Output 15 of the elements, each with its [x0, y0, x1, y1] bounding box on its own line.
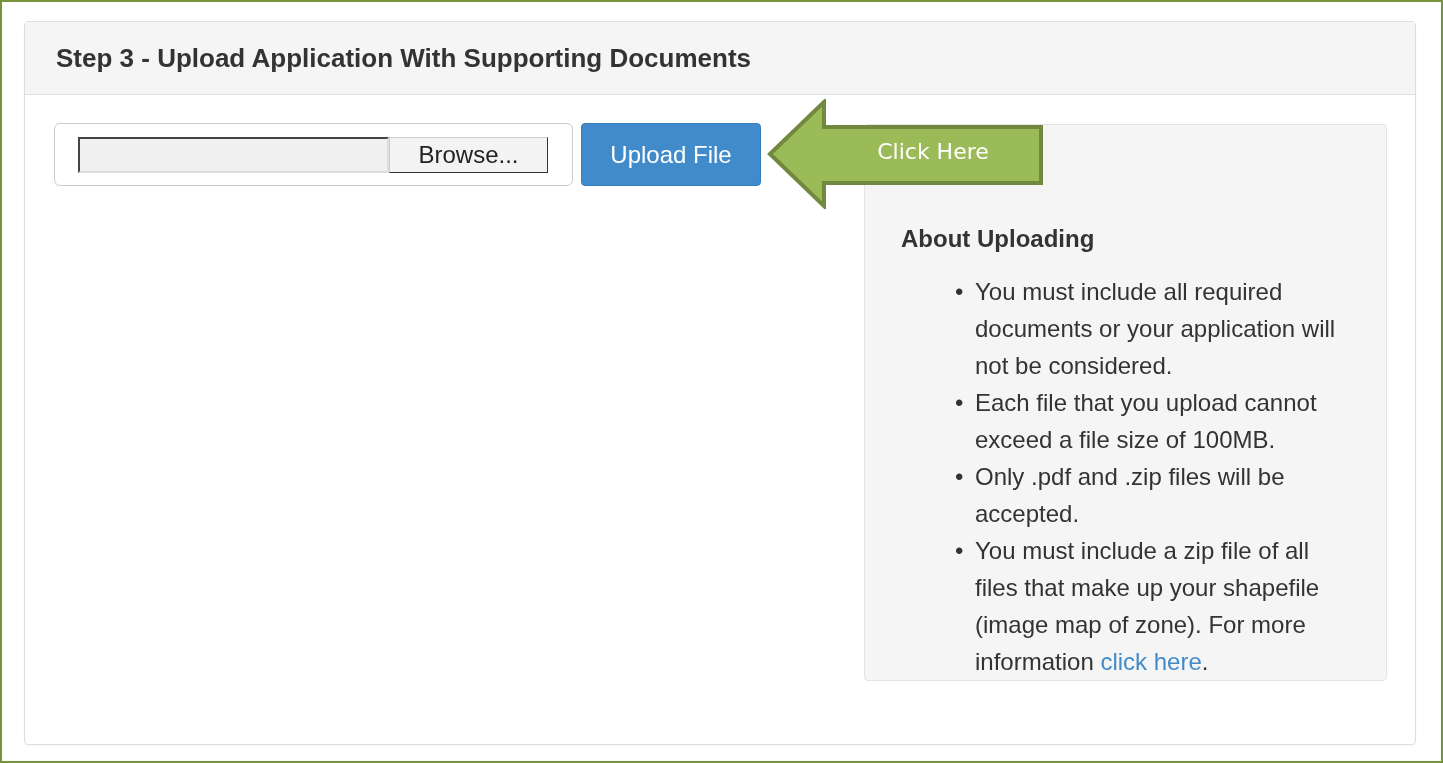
- upload-file-button[interactable]: Upload File: [581, 123, 761, 186]
- bullet-mark: •: [955, 462, 965, 492]
- info-text: Each file that you upload cannot exceed a file size of 100MB.: [975, 388, 1318, 455]
- bullet-mark: •: [955, 388, 965, 418]
- bullet-mark: •: [955, 536, 965, 566]
- bullet-mark: •: [955, 277, 965, 307]
- click-here-link[interactable]: click here: [1100, 648, 1202, 675]
- info-text: Only .pdf and .zip files will be accepted.: [975, 462, 1286, 529]
- info-heading: About Uploading: [901, 225, 1096, 253]
- info-text: You must include all required documents or your application will not be considered.: [975, 277, 1337, 381]
- panel-title: Step 3 - Upload Application With Supporting Documents: [56, 42, 751, 74]
- browse-button[interactable]: Browse...: [389, 136, 548, 173]
- callout-label: Click Here: [876, 139, 990, 164]
- file-path-field[interactable]: [78, 136, 389, 173]
- info-text: You must include a zip file of all files that make up your shapefile (image map of zone). For more information click here.: [975, 536, 1321, 677]
